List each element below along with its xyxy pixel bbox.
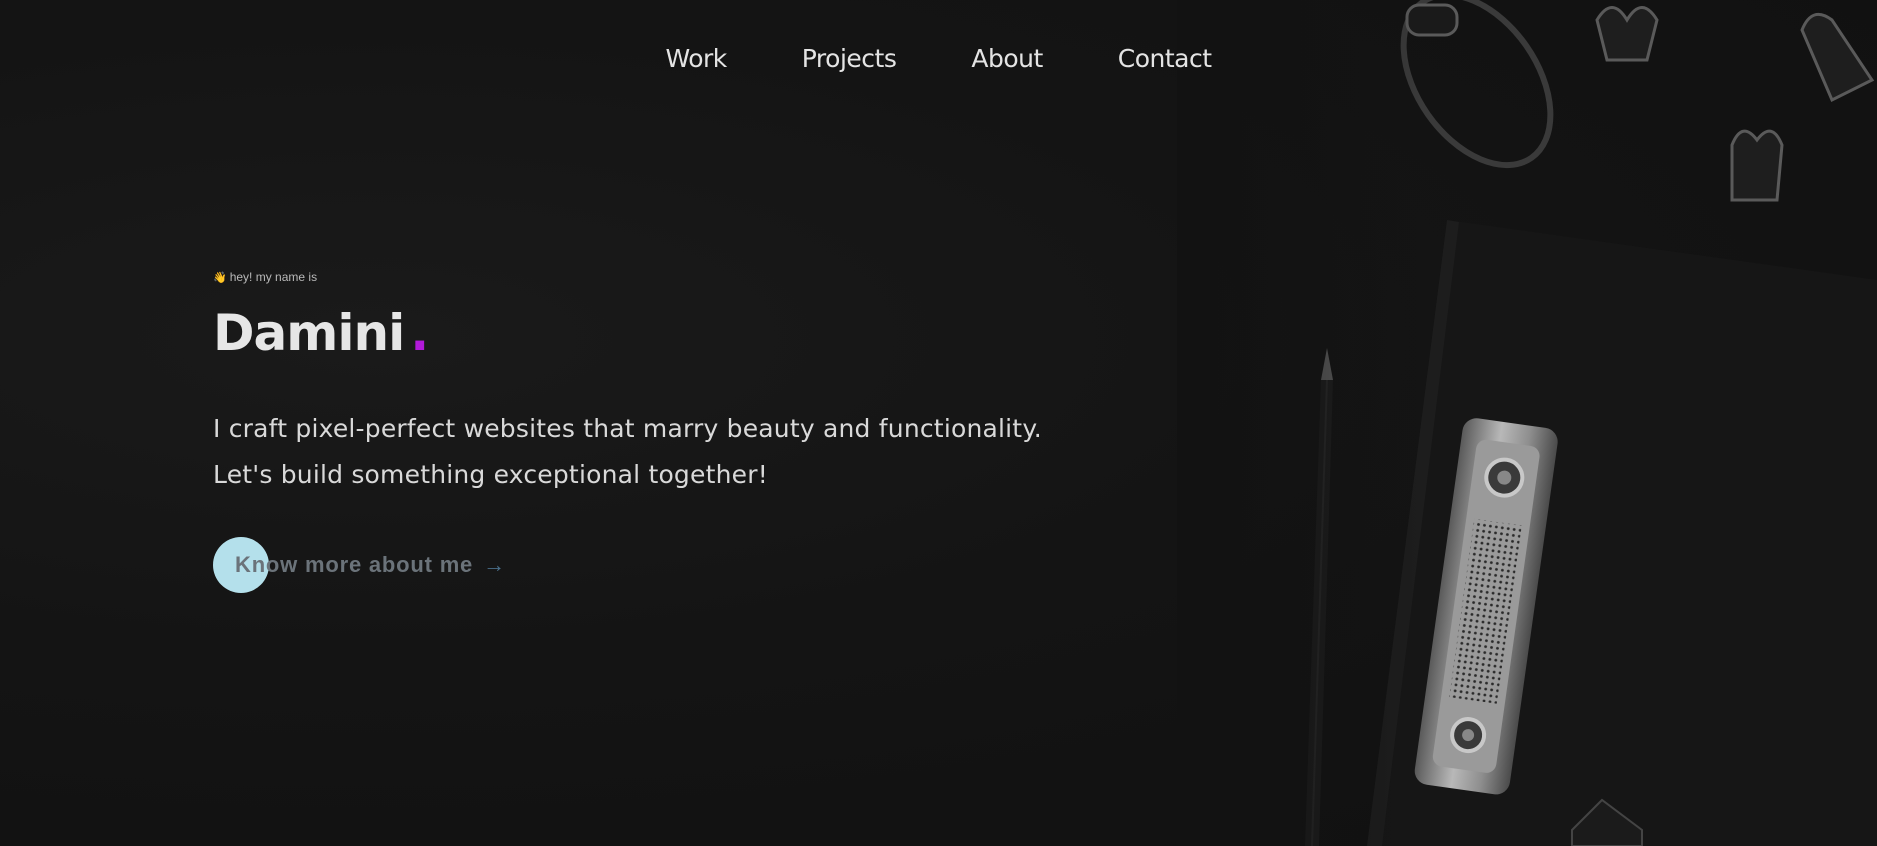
hero-tagline: I craft pixel-perfect websites that marr…	[213, 406, 1113, 498]
nav-link-about[interactable]: About	[971, 44, 1043, 73]
tagline-line-2: Let's build something exceptional togeth…	[213, 460, 768, 489]
greeting-text: hey! my name is	[229, 270, 318, 284]
arrow-right-icon: →	[483, 552, 506, 577]
waving-hand-icon: 👋	[213, 271, 227, 284]
nav-link-projects[interactable]: Projects	[802, 44, 897, 73]
name-accent-dot: .	[410, 304, 429, 362]
cta-label: Know more about me	[235, 552, 474, 577]
desk-background-image	[1177, 0, 1877, 846]
know-more-button[interactable]: Know more about me →	[213, 537, 1113, 593]
top-navigation: Work Projects About Contact	[0, 44, 1877, 73]
nav-link-contact[interactable]: Contact	[1118, 44, 1212, 73]
nav-link-work[interactable]: Work	[665, 44, 727, 73]
name-text: Damini	[213, 304, 405, 362]
hero-section: 👋 hey! my name is Damini . I craft pixel…	[213, 270, 1113, 593]
hero-name: Damini .	[213, 308, 1113, 358]
tagline-line-1: I craft pixel-perfect websites that marr…	[213, 414, 1042, 443]
greeting: 👋 hey! my name is	[213, 270, 1113, 284]
page: Work Projects About Contact 👋 hey! my na…	[0, 0, 1877, 846]
